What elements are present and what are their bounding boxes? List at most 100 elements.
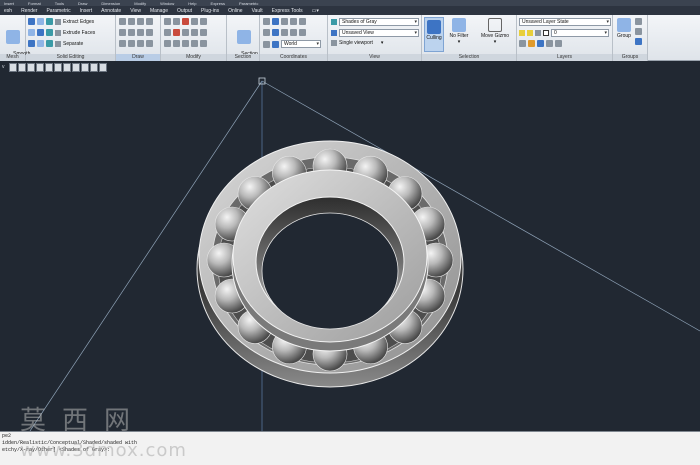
offset-icon[interactable] xyxy=(173,40,180,47)
tab-view[interactable]: View xyxy=(128,8,143,14)
fillet-edge-icon[interactable] xyxy=(46,40,53,47)
viewport-config-chevron-icon[interactable]: ▾ xyxy=(381,40,384,46)
extract-edges-button[interactable]: Extract Edges xyxy=(63,19,94,25)
move-icon[interactable] xyxy=(164,18,171,25)
erase-icon[interactable] xyxy=(182,40,189,47)
ucs-dropdown[interactable]: World xyxy=(281,40,321,48)
menu-item-modify[interactable]: Modify xyxy=(134,1,146,6)
polyline-icon[interactable] xyxy=(128,18,135,25)
panel-title-modify[interactable]: Modify xyxy=(161,54,226,61)
extrude-faces-button[interactable]: Extrude Faces xyxy=(63,30,95,36)
scale-icon[interactable] xyxy=(200,18,207,25)
tab-vault[interactable]: Vault xyxy=(250,8,265,14)
align-icon[interactable] xyxy=(191,18,198,25)
ucs-previous-icon[interactable] xyxy=(263,40,270,48)
layer-isolate-icon[interactable] xyxy=(555,40,562,47)
tab-annotate[interactable]: Annotate xyxy=(99,8,123,14)
menu-item-draw[interactable]: Draw xyxy=(78,1,87,6)
toolbar-btn-11-icon[interactable] xyxy=(98,62,107,72)
menu-item-format[interactable]: Format xyxy=(28,1,41,6)
toolbar-btn-6-icon[interactable] xyxy=(53,62,62,72)
bearing-model[interactable] xyxy=(196,140,464,388)
ungroup-icon[interactable] xyxy=(635,18,642,25)
region-icon[interactable] xyxy=(146,29,153,36)
arc-icon[interactable] xyxy=(119,29,126,36)
tab-render[interactable]: Render xyxy=(19,8,39,14)
subtract-icon[interactable] xyxy=(37,18,44,25)
culling-button[interactable]: Culling xyxy=(424,17,444,52)
rotate-3d-icon[interactable] xyxy=(173,18,180,25)
explode-icon[interactable] xyxy=(200,29,207,36)
panel-title-groups[interactable]: Groups xyxy=(613,54,647,61)
menu-item-parametric[interactable]: Parametric xyxy=(239,1,258,6)
fillet-icon[interactable] xyxy=(182,29,189,36)
current-layer-dropdown[interactable]: 0 xyxy=(551,29,609,37)
intersect-icon[interactable] xyxy=(46,18,53,25)
layer-thaw-icon[interactable] xyxy=(527,30,533,36)
polygon-icon[interactable] xyxy=(137,40,144,47)
panel-title-draw[interactable]: Draw xyxy=(116,54,160,61)
make-current-icon[interactable] xyxy=(528,40,535,47)
no-filter-button[interactable]: No Filter ▾ xyxy=(447,18,471,45)
circle-icon[interactable] xyxy=(128,40,135,47)
tab-parametric[interactable]: Parametric xyxy=(44,8,72,14)
viewport-canvas[interactable] xyxy=(0,61,700,431)
boundary-icon[interactable] xyxy=(146,40,153,47)
viewport-config-dropdown[interactable]: Single viewport xyxy=(339,40,379,46)
layer-previous-icon[interactable] xyxy=(546,40,553,47)
separate-button[interactable]: Separate xyxy=(63,41,83,47)
ucs-y-icon[interactable] xyxy=(290,18,297,25)
toolbar-btn-2-icon[interactable] xyxy=(17,62,26,72)
panel-title-section[interactable]: Section xyxy=(227,54,259,61)
ucs-named-icon[interactable] xyxy=(272,40,279,48)
toolbar-btn-10-icon[interactable] xyxy=(89,62,98,72)
thicken-icon[interactable] xyxy=(46,29,53,36)
ellipse-icon[interactable] xyxy=(128,29,135,36)
tab-online[interactable]: Online xyxy=(226,8,244,14)
toolbar-btn-4-icon[interactable] xyxy=(35,62,44,72)
toolbar-btn-8-icon[interactable] xyxy=(71,62,80,72)
union-icon[interactable] xyxy=(28,18,35,25)
trim-icon[interactable] xyxy=(173,29,180,36)
slice-icon[interactable] xyxy=(37,29,44,36)
panel-title-coordinates[interactable]: Coordinates xyxy=(260,54,327,61)
menu-item-window[interactable]: Window xyxy=(160,1,174,6)
panel-title-layers[interactable]: Layers xyxy=(517,54,612,61)
shell-icon[interactable] xyxy=(37,40,44,47)
break-icon[interactable] xyxy=(200,40,207,47)
saved-view-dropdown[interactable]: Unsaved View xyxy=(339,29,419,37)
group-select-icon[interactable] xyxy=(635,38,642,45)
line-icon[interactable] xyxy=(119,18,126,25)
panel-title-view[interactable]: View xyxy=(328,54,421,61)
toolbar-btn-7-icon[interactable] xyxy=(62,62,71,72)
array-icon[interactable] xyxy=(182,18,189,25)
mirror-icon[interactable] xyxy=(164,29,171,36)
ucs-origin-icon[interactable] xyxy=(263,29,270,36)
spline-icon[interactable] xyxy=(137,18,144,25)
layer-color-icon[interactable] xyxy=(543,30,549,36)
ucs-z-icon[interactable] xyxy=(299,18,306,25)
tab-overflow[interactable]: ▭▾ xyxy=(310,8,321,14)
interfere-icon[interactable] xyxy=(28,29,35,36)
menu-item-express[interactable]: Express xyxy=(211,1,225,6)
ucs-view-icon[interactable] xyxy=(272,29,279,36)
tab-manage[interactable]: Manage xyxy=(148,8,170,14)
visual-style-dropdown[interactable]: Shades of Gray xyxy=(339,18,419,26)
tab-plugins[interactable]: Plug-ins xyxy=(199,8,221,14)
toolbar-btn-9-icon[interactable] xyxy=(80,62,89,72)
ucs-object-icon[interactable] xyxy=(281,29,288,36)
layer-unlock-icon[interactable] xyxy=(535,30,541,36)
toolbar-btn-3-icon[interactable] xyxy=(26,62,35,72)
tab-express-tools[interactable]: Express Tools xyxy=(270,8,305,14)
menu-item-insert[interactable]: Insert xyxy=(4,1,14,6)
rectangle-icon[interactable] xyxy=(119,40,126,47)
menu-item-help[interactable]: Help xyxy=(188,1,196,6)
layer-on-icon[interactable] xyxy=(519,30,525,36)
copy-icon[interactable] xyxy=(164,40,171,47)
move-gizmo-button[interactable]: Move Gizmo ▾ xyxy=(477,18,513,45)
tab-insert[interactable]: Insert xyxy=(78,8,95,14)
stretch-icon[interactable] xyxy=(191,29,198,36)
group-edit-icon[interactable] xyxy=(635,28,642,35)
match-layer-icon[interactable] xyxy=(537,40,544,47)
ucs-x-icon[interactable] xyxy=(281,18,288,25)
